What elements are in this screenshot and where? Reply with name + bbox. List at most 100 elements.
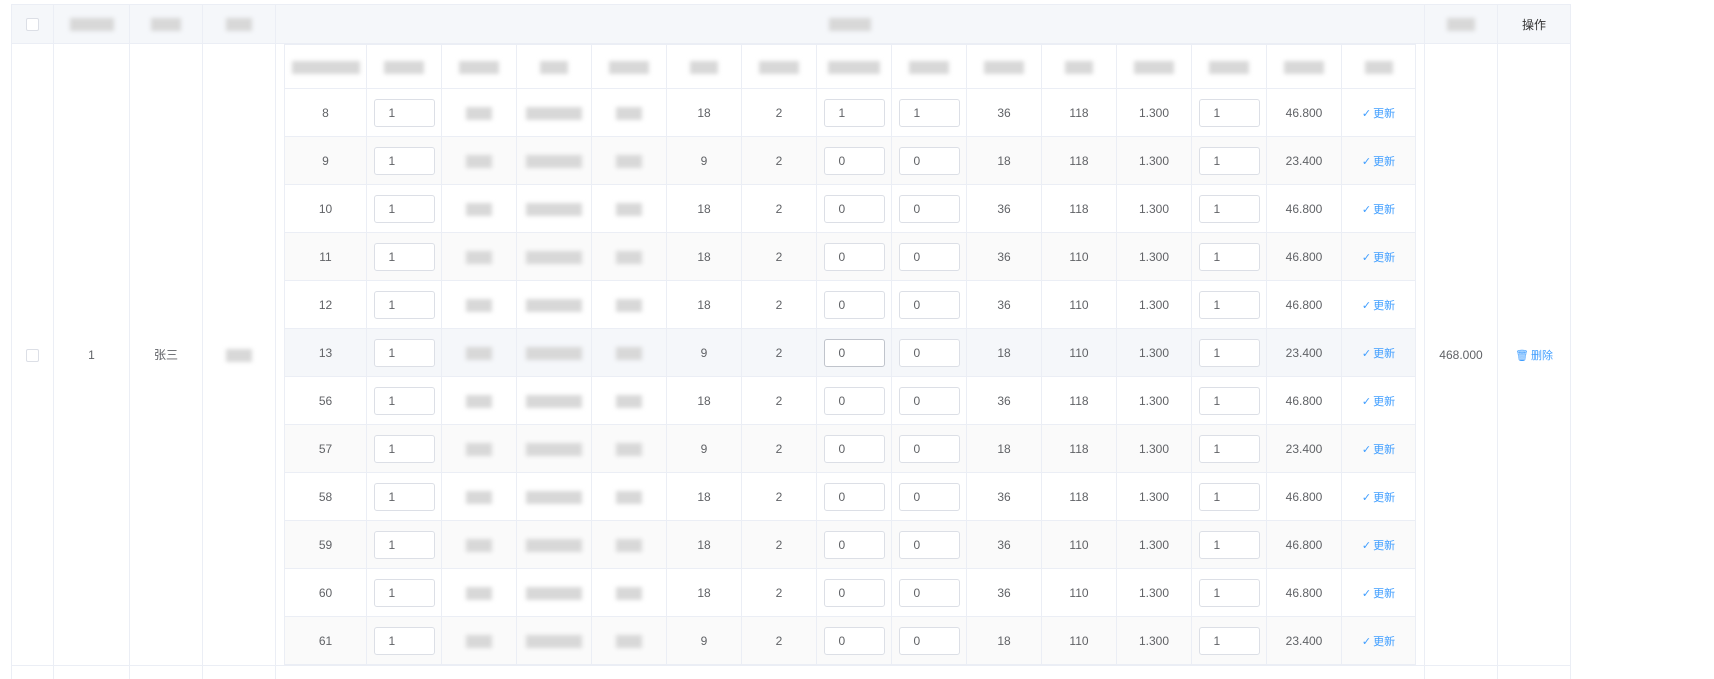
- item-id: 13: [284, 328, 367, 377]
- detail-header: [1266, 44, 1342, 89]
- qty-input[interactable]: 1: [373, 242, 435, 271]
- blurred-text: [616, 586, 642, 600]
- update-button[interactable]: ✓ 更新: [1362, 156, 1395, 168]
- field-input-1[interactable]: 0: [823, 290, 885, 319]
- field-input-1[interactable]: 0: [823, 194, 885, 223]
- select-all-checkbox[interactable]: [26, 18, 39, 32]
- field-input-2[interactable]: 0: [898, 290, 960, 319]
- blurred-text: [616, 202, 642, 216]
- field-input-2[interactable]: 0: [898, 242, 960, 271]
- field-input-2-cell: 0: [891, 520, 967, 569]
- factor-input[interactable]: 1: [1198, 578, 1260, 607]
- field-input-2[interactable]: 1: [898, 98, 960, 127]
- header-select-all[interactable]: [11, 4, 54, 44]
- field-input-1[interactable]: 0: [823, 482, 885, 511]
- header-detail-group: [275, 4, 1425, 44]
- field-input-2[interactable]: 0: [898, 530, 960, 559]
- tail-cell: [129, 665, 203, 679]
- field-input-2[interactable]: 0: [898, 194, 960, 223]
- field-input-2[interactable]: 0: [898, 338, 960, 367]
- qty-input-cell: 1: [366, 280, 442, 329]
- qty-input-cell: 1: [366, 232, 442, 281]
- update-button[interactable]: ✓ 更新: [1362, 396, 1395, 408]
- value-g: 23.400: [1266, 424, 1342, 473]
- qty-input[interactable]: 1: [373, 434, 435, 463]
- qty-input[interactable]: 1: [373, 386, 435, 415]
- update-button[interactable]: ✓ 更新: [1362, 108, 1395, 120]
- field-input-1-cell: 0: [816, 184, 892, 233]
- update-button[interactable]: ✓ 更新: [1362, 444, 1395, 456]
- update-button[interactable]: ✓ 更新: [1362, 588, 1395, 600]
- update-button[interactable]: ✓ 更新: [1362, 204, 1395, 216]
- factor-input-cell: 1: [1191, 616, 1267, 665]
- field-input-2[interactable]: 0: [898, 434, 960, 463]
- field-input-1[interactable]: 0: [823, 146, 885, 175]
- value-b: 2: [741, 328, 817, 377]
- qty-input[interactable]: 1: [373, 482, 435, 511]
- factor-input[interactable]: 1: [1198, 338, 1260, 367]
- field-input-1[interactable]: 0: [823, 530, 885, 559]
- factor-input[interactable]: 1: [1198, 626, 1260, 655]
- value-c: 36: [966, 232, 1042, 281]
- value-e: 1.300: [1116, 376, 1192, 425]
- factor-input[interactable]: 1: [1198, 146, 1260, 175]
- qty-input[interactable]: 1: [373, 146, 435, 175]
- field-input-1[interactable]: 0: [823, 626, 885, 655]
- update-button[interactable]: ✓ 更新: [1362, 348, 1395, 360]
- field-input-2[interactable]: 0: [898, 386, 960, 415]
- field-input-1[interactable]: 0: [823, 434, 885, 463]
- value-b: 2: [741, 136, 817, 185]
- delete-button[interactable]: 🗑 删除: [1515, 350, 1553, 362]
- update-label: 更新: [1373, 203, 1396, 216]
- update-button[interactable]: ✓ 更新: [1362, 636, 1395, 648]
- blurred-text: [526, 298, 582, 312]
- blurred-header-text: [1209, 60, 1249, 74]
- field-input-1-cell: 0: [816, 328, 892, 377]
- value-a: 9: [666, 136, 742, 185]
- qty-input[interactable]: 1: [373, 194, 435, 223]
- field-input-2-cell: 0: [891, 136, 967, 185]
- field-input-2[interactable]: 0: [898, 482, 960, 511]
- qty-input[interactable]: 1: [373, 530, 435, 559]
- value-c: 18: [966, 328, 1042, 377]
- qty-input[interactable]: 1: [373, 98, 435, 127]
- factor-input[interactable]: 1: [1198, 530, 1260, 559]
- blurred-text: [466, 538, 492, 552]
- update-button[interactable]: ✓ 更新: [1362, 540, 1395, 552]
- field-input-2[interactable]: 0: [898, 626, 960, 655]
- row-select-cell[interactable]: [11, 43, 54, 666]
- factor-input[interactable]: 1: [1198, 290, 1260, 319]
- blurred-cell: [591, 328, 667, 377]
- field-input-1[interactable]: 0: [823, 578, 885, 607]
- value-c: 36: [966, 376, 1042, 425]
- update-button[interactable]: ✓ 更新: [1362, 252, 1395, 264]
- update-button[interactable]: ✓ 更新: [1362, 300, 1395, 312]
- field-input-1-cell: 0: [816, 472, 892, 521]
- field-input-1[interactable]: 1: [823, 98, 885, 127]
- qty-input[interactable]: 1: [373, 626, 435, 655]
- update-button[interactable]: ✓ 更新: [1362, 492, 1395, 504]
- field-input-1[interactable]: 0: [823, 338, 885, 367]
- field-input-2[interactable]: 0: [898, 578, 960, 607]
- check-icon: ✓: [1361, 155, 1372, 168]
- field-input-1[interactable]: 0: [823, 386, 885, 415]
- field-input-2[interactable]: 0: [898, 146, 960, 175]
- blurred-cell: [591, 520, 667, 569]
- factor-input[interactable]: 1: [1198, 482, 1260, 511]
- factor-input[interactable]: 1: [1198, 194, 1260, 223]
- value-a: 18: [666, 472, 742, 521]
- qty-input[interactable]: 1: [373, 290, 435, 319]
- factor-input[interactable]: 1: [1198, 434, 1260, 463]
- blurred-header-text: [226, 18, 252, 32]
- row-checkbox[interactable]: [26, 348, 39, 362]
- qty-input[interactable]: 1: [373, 338, 435, 367]
- field-input-1[interactable]: 0: [823, 242, 885, 271]
- qty-input[interactable]: 1: [373, 578, 435, 607]
- value-g: 46.800: [1266, 184, 1342, 233]
- factor-input[interactable]: 1: [1198, 242, 1260, 271]
- update-cell: ✓ 更新: [1341, 472, 1416, 521]
- value-c: 36: [966, 568, 1042, 617]
- blurred-cell: [441, 280, 517, 329]
- factor-input[interactable]: 1: [1198, 98, 1260, 127]
- factor-input[interactable]: 1: [1198, 386, 1260, 415]
